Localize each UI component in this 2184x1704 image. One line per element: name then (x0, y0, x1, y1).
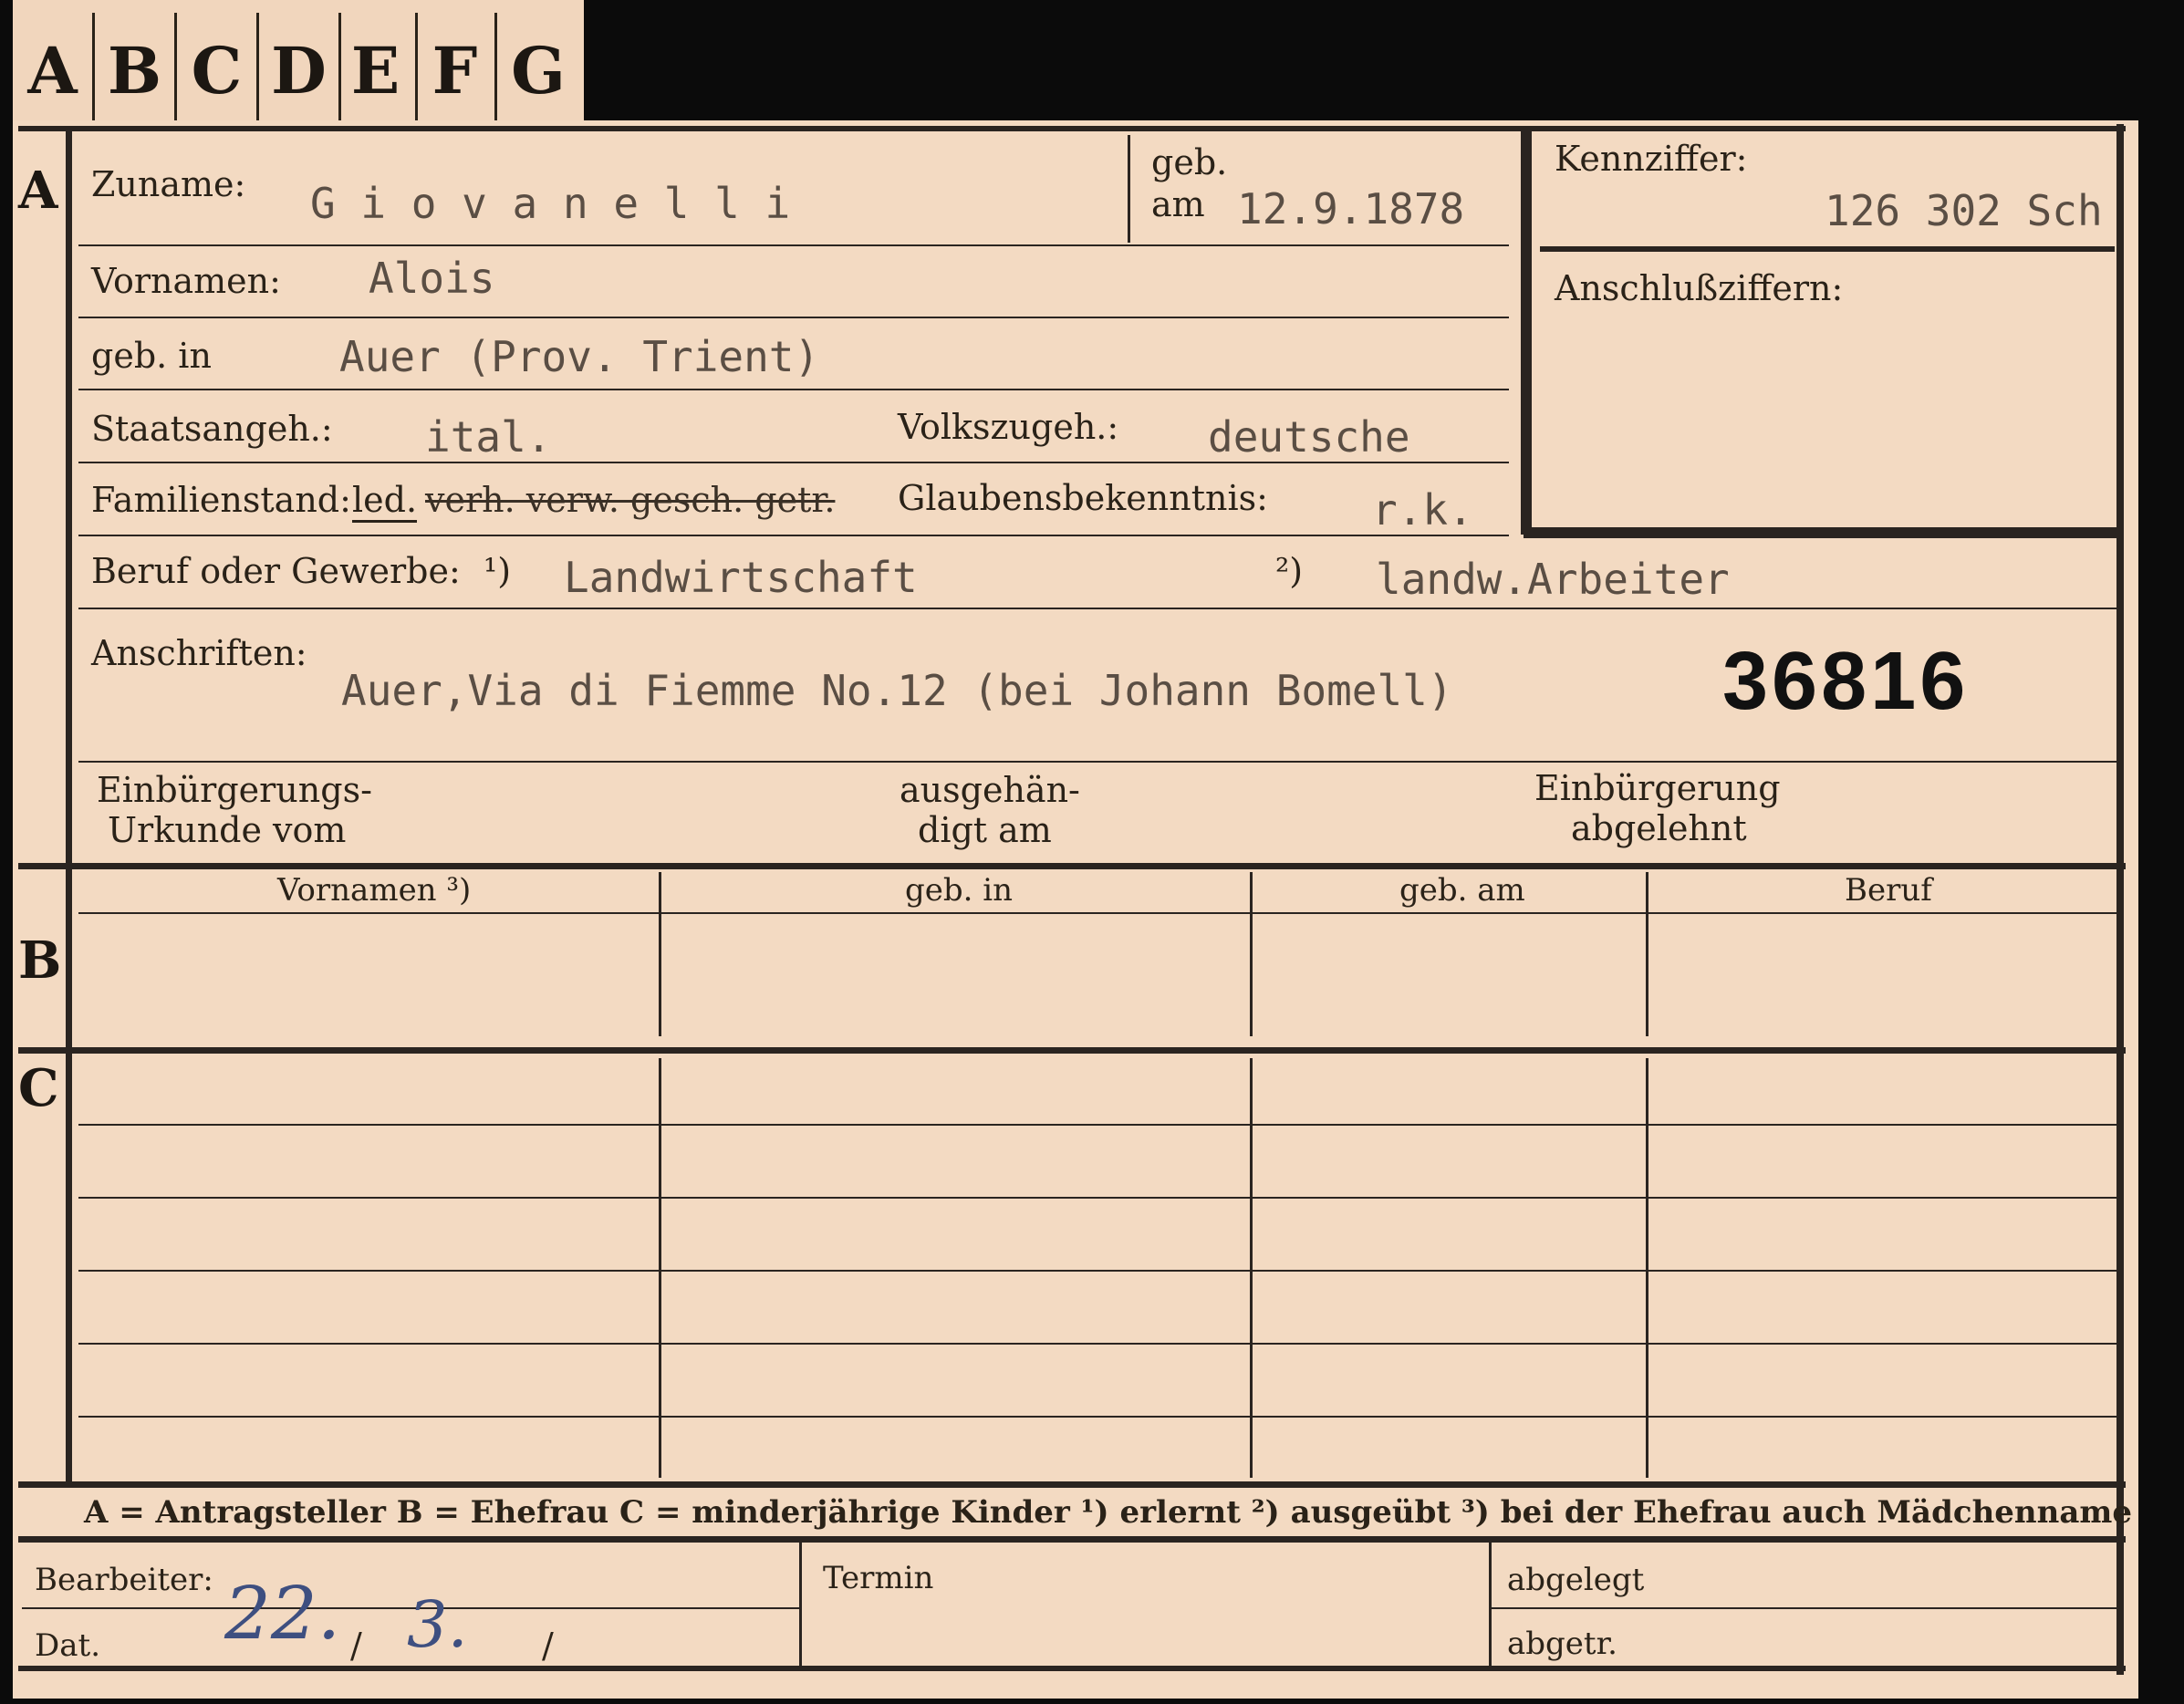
index-tab-f: F (415, 13, 497, 128)
gebin-value: Auer (Prov. Trient) (339, 332, 820, 381)
zuname-value: G i o v a n e l l i (310, 179, 791, 228)
footer-col-line (1489, 1542, 1492, 1668)
geb-value: 12.9.1878 (1237, 184, 1465, 234)
col-header-geb-in: geb. in (905, 872, 1014, 909)
volkszugehoerigkeit-value: deutsche (1208, 412, 1410, 462)
einbuergerung-abgelehnt-label-1: Einbürgerung (1534, 768, 1781, 808)
top-border (18, 126, 2126, 131)
zuname-label: Zuname: (91, 164, 246, 204)
dat-label: Dat. (35, 1627, 101, 1664)
anschriften-value: Auer,Via di Fiemme No.12 (bei Johann Bom… (341, 666, 1453, 715)
staatsangehoerigkeit-label: Staatsangeh.: (91, 409, 333, 449)
legend-bottom (18, 1536, 2126, 1543)
section-b-marker: B (18, 930, 62, 991)
beruf-footnote-2: ²) (1275, 551, 1304, 591)
einbuergerung-urkunde-label-2: Urkunde vom (108, 810, 347, 850)
dat-handwriting-day: 22. (224, 1571, 341, 1656)
geb-label-line1: geb. (1151, 142, 1228, 182)
section-c-top (18, 1047, 2126, 1054)
volkszugehoerigkeit-label: Volkszugeh.: (898, 407, 1119, 447)
section-divider-left (66, 128, 72, 1487)
bearbeiter-label: Bearbeiter: (35, 1562, 213, 1598)
row-line (78, 608, 2118, 609)
anschriften-label: Anschriften: (91, 633, 307, 673)
row-line (78, 535, 1509, 536)
section-b-top (18, 863, 2126, 869)
file-number: 36816 (1722, 636, 1970, 727)
einbuergerung-abgelehnt-label-2: abgelehnt (1571, 808, 1747, 848)
section-a-marker: A (18, 161, 58, 221)
kennziffer-value: 126 302 Sch (1825, 186, 2103, 235)
row-line (78, 1270, 2118, 1272)
staatsangehoerigkeit-value: ital. (425, 412, 552, 462)
record-card (13, 120, 2138, 1699)
index-tab-a: A (13, 13, 95, 128)
glaubensbekenntnis-value: r.k. (1372, 485, 1473, 535)
index-tab-b: B (95, 13, 177, 128)
col-line (1646, 872, 1648, 1036)
gebin-label: geb. in (91, 336, 212, 376)
index-tab-c: C (177, 13, 259, 128)
legend: A = Antragsteller B = Ehefrau C = minder… (84, 1494, 2132, 1531)
col-line (659, 1058, 661, 1478)
col-line (1250, 872, 1253, 1036)
kennziffer-box-left (1521, 128, 1532, 535)
footer-row-line (1491, 1607, 2118, 1609)
termin-label: Termin (823, 1560, 934, 1596)
section-c-bottom (18, 1481, 2126, 1488)
dat-slash-2: / (542, 1626, 554, 1666)
kennziffer-box-bottom (1524, 527, 2120, 538)
familienstand-ledig: led. (352, 480, 418, 523)
row-line (78, 1343, 2118, 1345)
row-line (78, 1124, 2118, 1126)
col-line (1250, 1058, 1253, 1478)
row-line (78, 462, 1509, 463)
row-line (78, 912, 2118, 914)
col-line (659, 872, 661, 1036)
abgetragen-label: abgetr. (1507, 1626, 1617, 1662)
col-header-geb-am: geb. am (1399, 872, 1525, 909)
kennziffer-label: Kennziffer: (1555, 139, 1748, 179)
abgelegt-label: abgelegt (1507, 1562, 1645, 1598)
beruf-label: Beruf oder Gewerbe: (91, 551, 461, 591)
col-header-beruf: Beruf (1845, 872, 1932, 909)
beruf-erlernt-value: Landwirtschaft (564, 553, 918, 602)
row-line (78, 761, 2118, 763)
row-line (78, 1416, 2118, 1418)
einbuergerung-urkunde-label-1: Einbürgerungs- (97, 770, 372, 810)
dat-handwriting-month: 3. (407, 1587, 468, 1662)
glaubensbekenntnis-label: Glaubensbekenntnis: (898, 478, 1268, 518)
right-border (2116, 124, 2124, 1675)
geb-divider (1128, 135, 1130, 243)
vornamen-value: Alois (369, 254, 495, 303)
familienstand-label: Familienstand: (91, 480, 351, 520)
beruf-ausgeuebt-value: landw.Arbeiter (1376, 555, 1730, 604)
geb-label-line2: am (1151, 184, 1205, 224)
row-line (78, 317, 1509, 318)
footer-col-line (799, 1542, 802, 1668)
kennziffer-divider (1540, 246, 2115, 252)
ausgehaendigt-label-2: digt am (918, 810, 1052, 850)
anschlussziffern-label: Anschlußziffern: (1555, 268, 1844, 308)
dat-slash-1: / (350, 1626, 362, 1666)
index-tab-d: D (259, 13, 341, 128)
col-line (1646, 1058, 1648, 1478)
row-line (78, 244, 1509, 246)
index-tab-e: E (336, 13, 418, 128)
section-c-marker: C (18, 1058, 59, 1118)
index-tab-g: G (511, 32, 566, 109)
row-line (78, 1197, 2118, 1199)
col-header-vornamen: Vornamen ³) (277, 872, 472, 909)
ausgehaendigt-label-1: ausgehän- (900, 770, 1080, 810)
familienstand-struck-options: verh. verw. gesch. getr. (425, 480, 836, 520)
card-bottom (18, 1666, 2126, 1671)
row-line (78, 389, 1509, 390)
vornamen-label: Vornamen: (91, 261, 281, 301)
beruf-footnote-1: ¹) (484, 551, 512, 591)
